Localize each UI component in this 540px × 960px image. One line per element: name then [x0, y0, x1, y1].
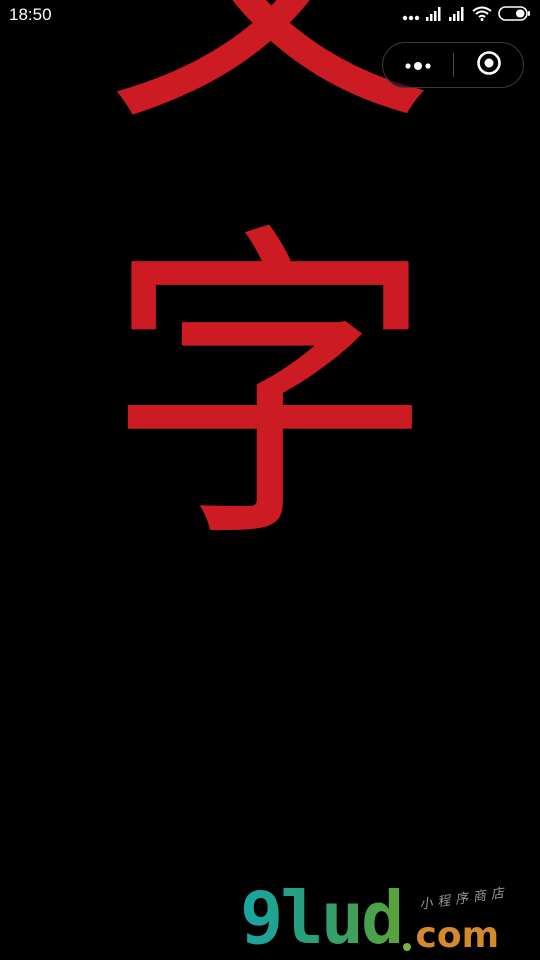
watermark-logo: 9lud [240, 876, 404, 960]
status-icons [396, 5, 531, 25]
more-dots-icon [403, 56, 433, 75]
status-time: 18:50 [9, 5, 52, 24]
screen: 18:50 字 9lud 小程序商店 com [0, 0, 540, 960]
signal-icon [426, 6, 443, 25]
watermark-tagline: 小程序商店 [418, 885, 510, 913]
target-circle-icon [476, 50, 502, 80]
watermark: 9lud 小程序商店 com [238, 880, 540, 960]
battery-icon [498, 5, 531, 25]
miniprogram-capsule [382, 42, 524, 88]
watermark-domain-text: com [415, 915, 500, 956]
display-character-2: 字 [105, 198, 435, 582]
watermark-domain: com [403, 915, 500, 956]
close-button[interactable] [454, 43, 524, 87]
signal-icon [449, 6, 466, 25]
more-button[interactable] [383, 43, 453, 87]
more-dots-icon [402, 6, 420, 25]
status-bar: 18:50 [0, 0, 540, 32]
wifi-icon [472, 6, 492, 25]
